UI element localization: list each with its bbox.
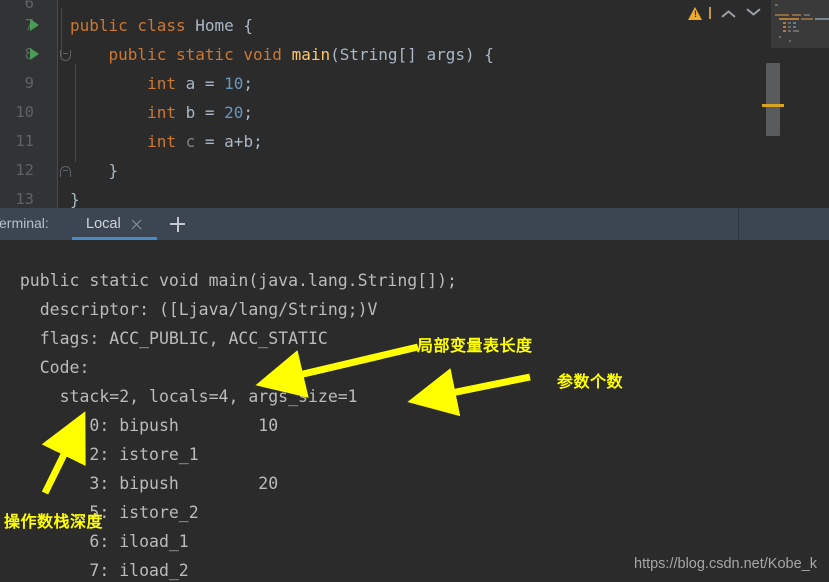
annotation-local-variable-table-length: 局部变量表长度 — [417, 338, 533, 355]
editor-scrollbar-thumb[interactable] — [766, 63, 780, 136]
run-main-gutter-icon[interactable] — [28, 47, 42, 61]
scrollbar-warning-mark — [762, 104, 784, 107]
terminal-line: 2: istore_1 — [0, 445, 199, 464]
line-number: 6 — [24, 0, 34, 12]
line-number: 9 — [24, 74, 34, 92]
code-line[interactable]: public static void main(String[] args) { — [70, 45, 494, 65]
editor-gutter[interactable]: 6 7 8 9 10 11 12 13 — [0, 0, 58, 208]
line-number: 10 — [15, 103, 34, 121]
code-line[interactable]: int a = 10; — [70, 74, 253, 94]
run-class-gutter-icon[interactable] — [28, 18, 42, 32]
terminal-line: 7: iload_2 — [0, 561, 189, 580]
terminal-line: 6: iload_1 — [0, 532, 189, 551]
line-number: 12 — [15, 161, 34, 179]
code-line[interactable]: int b = 20; — [70, 103, 253, 123]
fold-indent-guide — [61, 8, 62, 60]
terminal-line: Code: — [0, 358, 90, 377]
code-editor[interactable]: 6 7 8 9 10 11 12 13 public class Home { … — [0, 0, 829, 208]
chevron-up-icon[interactable] — [721, 5, 737, 21]
terminal-line: descriptor: ([Ljava/lang/String;)V — [0, 300, 378, 319]
terminal-line: stack=2, locals=4, args_size=1 — [0, 387, 358, 406]
plus-icon[interactable] — [162, 208, 192, 240]
terminal-line: 0: bipush 10 — [0, 416, 279, 435]
tab-local[interactable]: Local — [72, 208, 155, 240]
line-number: 11 — [15, 132, 34, 150]
terminal-tab-bar[interactable]: Terminal: Local — [0, 208, 829, 240]
terminal-line: flags: ACC_PUBLIC, ACC_STATIC — [0, 329, 328, 348]
code-line[interactable]: } — [70, 190, 80, 208]
code-line[interactable]: } — [70, 161, 119, 181]
close-x-icon[interactable] — [130, 218, 143, 231]
chevron-down-icon[interactable] — [746, 5, 762, 21]
terminal-line: 3: bipush 20 — [0, 474, 279, 493]
tab-local-label: Local — [86, 216, 121, 232]
line-number: 13 — [15, 190, 34, 208]
warning-triangle-icon[interactable] — [688, 6, 703, 20]
terminal-tool-label: Terminal: — [0, 215, 49, 231]
tabbar-divider — [738, 208, 739, 240]
annotation-operand-stack-depth: 操作数栈深度 — [4, 514, 104, 531]
terminal-line: public static void main(java.lang.String… — [0, 271, 457, 290]
annotation-parameter-count: 参数个数 — [557, 374, 624, 391]
inspection-widget[interactable] — [688, 0, 771, 26]
gutter-divider — [57, 0, 58, 208]
code-line[interactable]: public class Home { — [70, 16, 253, 36]
inspection-severity-bar — [709, 7, 711, 19]
terminal-output[interactable]: public static void main(java.lang.String… — [0, 240, 829, 582]
code-line[interactable]: int c = a+b; — [70, 132, 263, 152]
watermark-url: https://blog.csdn.net/Kobe_k — [634, 556, 817, 572]
editor-minimap[interactable] — [771, 0, 829, 48]
